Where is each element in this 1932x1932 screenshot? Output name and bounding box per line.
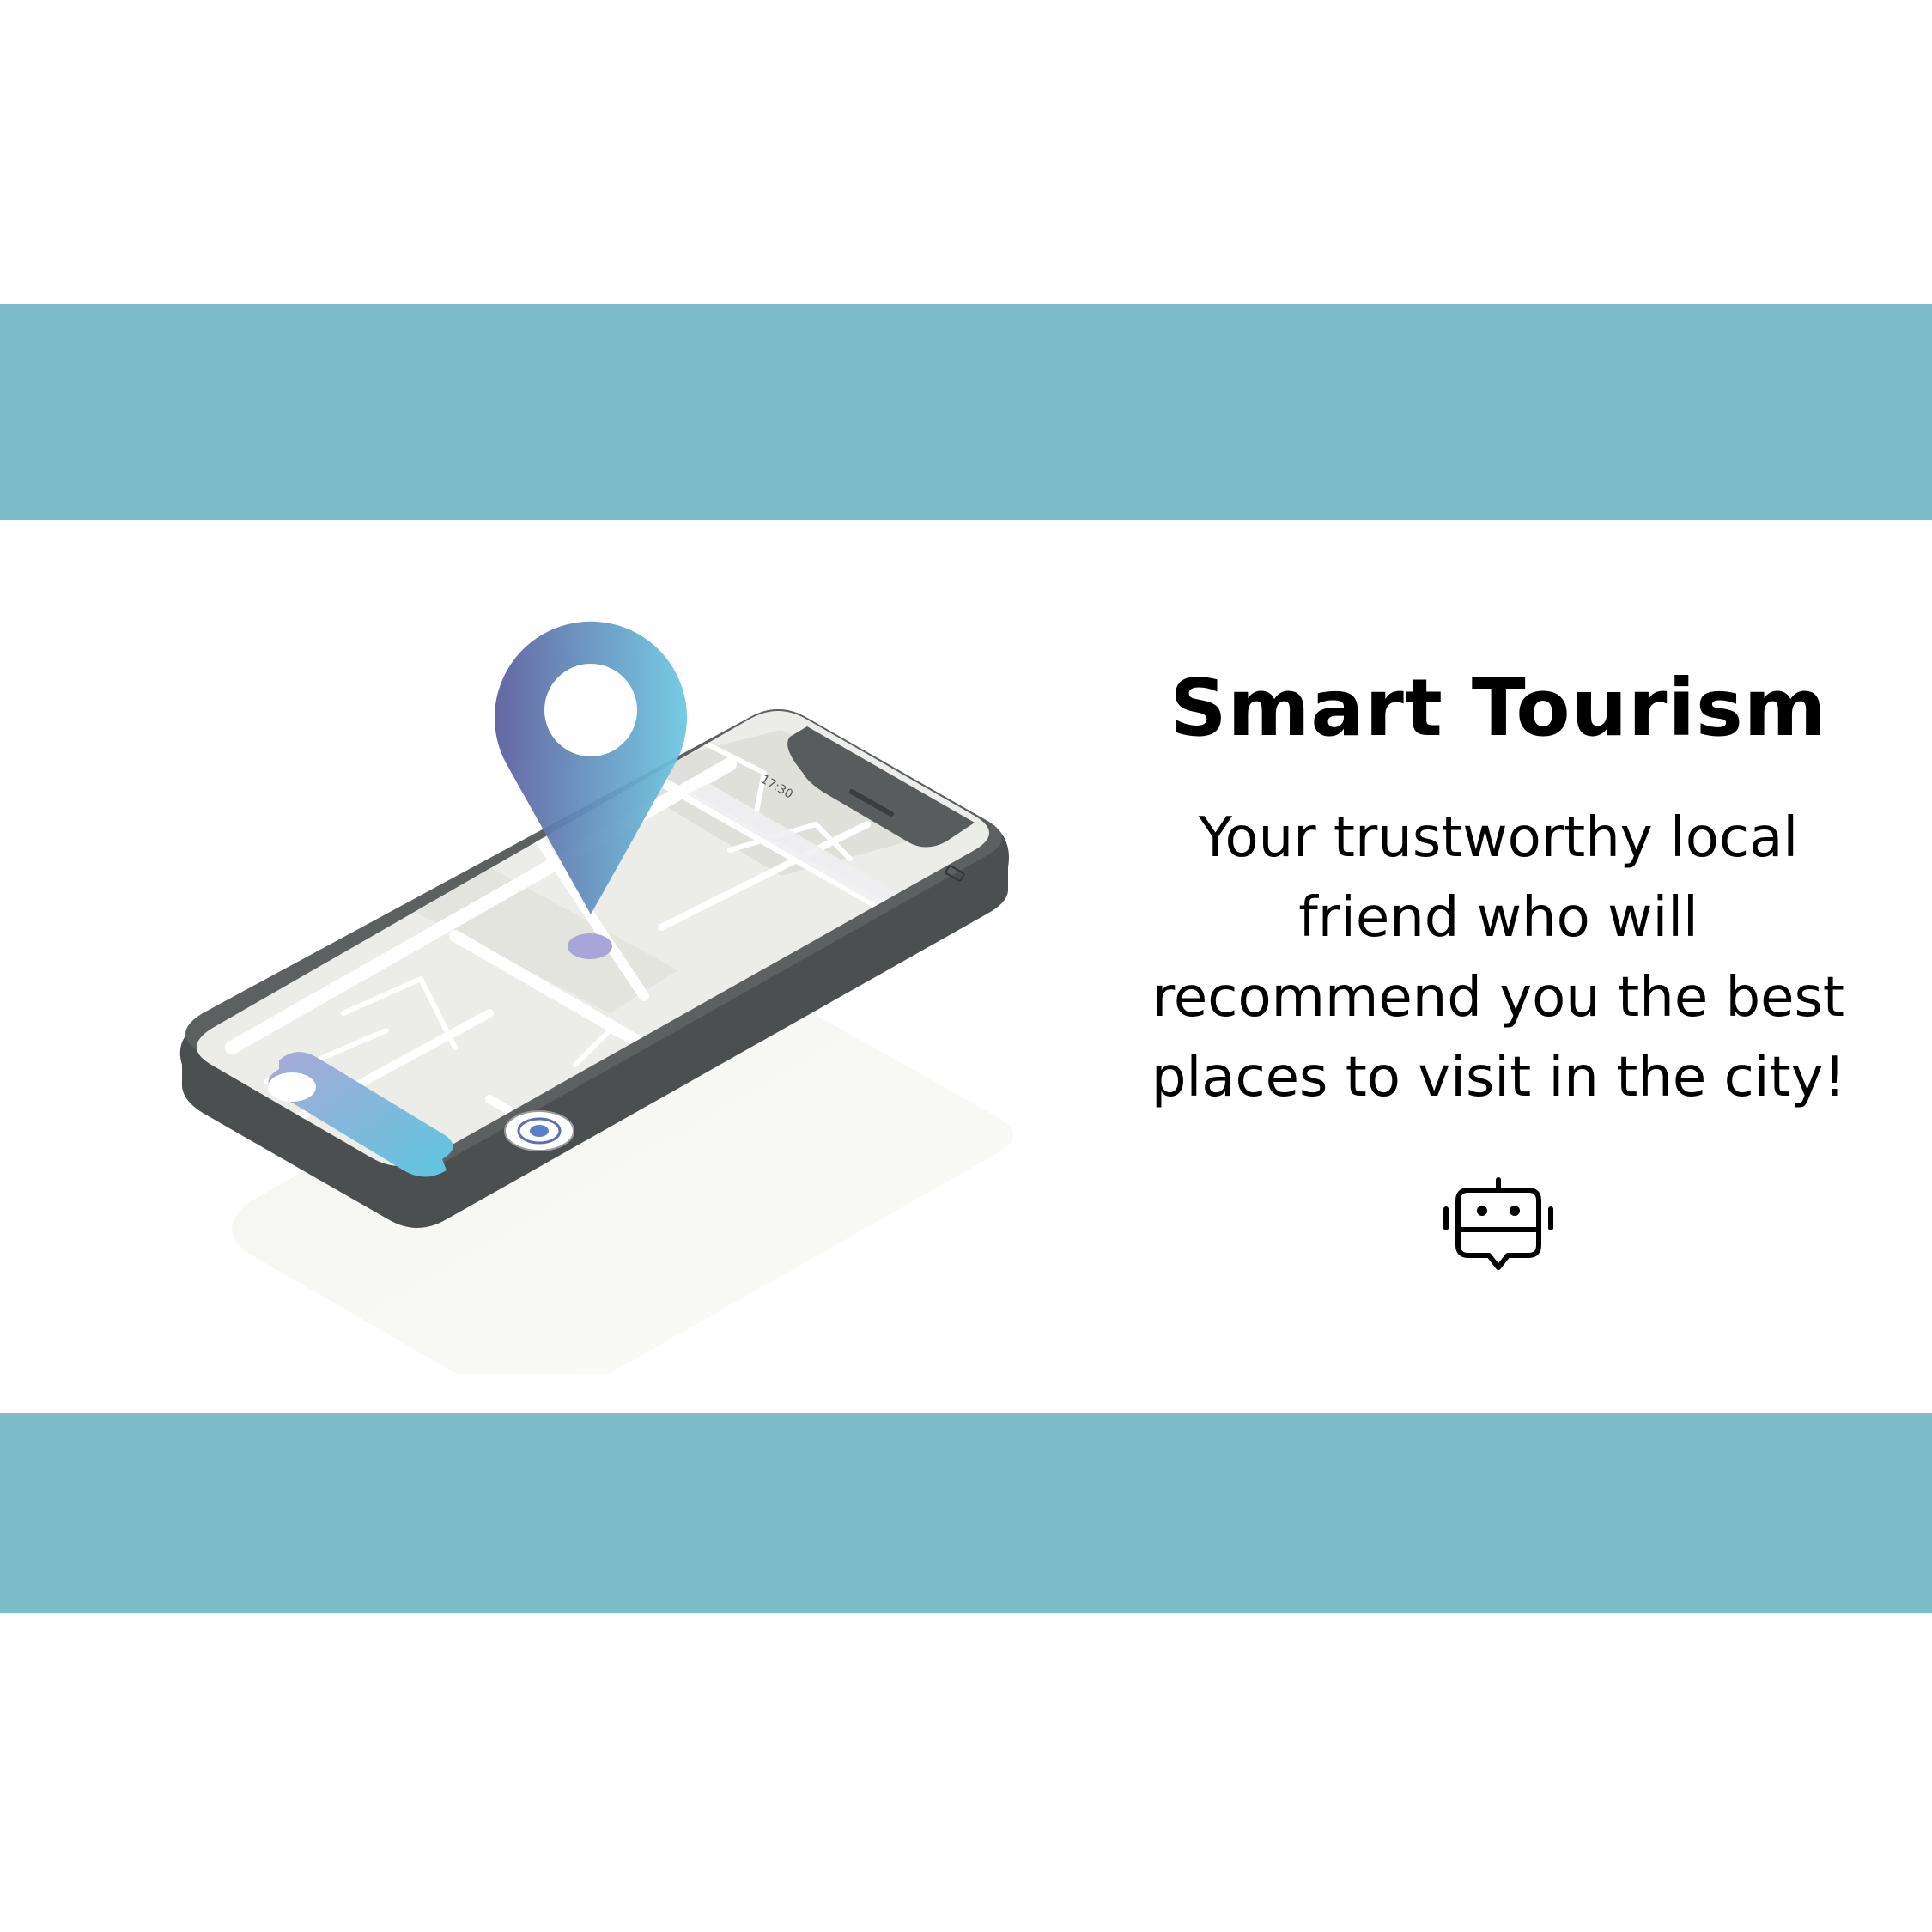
tagline-line: friend who will xyxy=(1298,886,1698,950)
tagline-line: places to visit in the city! xyxy=(1151,1046,1846,1109)
robot-chat-icon xyxy=(1443,1177,1553,1270)
tagline-line: recommend you the best xyxy=(1152,966,1844,1030)
page-title: Smart Tourism xyxy=(1170,662,1827,754)
tagline: Your trustworthy local friend who will r… xyxy=(1099,799,1898,1118)
hero-text: Smart Tourism Your trustworthy local fri… xyxy=(1099,653,1898,1118)
tagline-line: Your trustworthy local xyxy=(1198,806,1799,870)
top-accent-band xyxy=(0,304,1932,520)
destination-dot xyxy=(568,933,612,959)
current-location-icon xyxy=(504,1110,574,1151)
phone-map-illustration: 17:30 xyxy=(179,621,1013,1374)
bottom-accent-band xyxy=(0,1413,1932,1613)
